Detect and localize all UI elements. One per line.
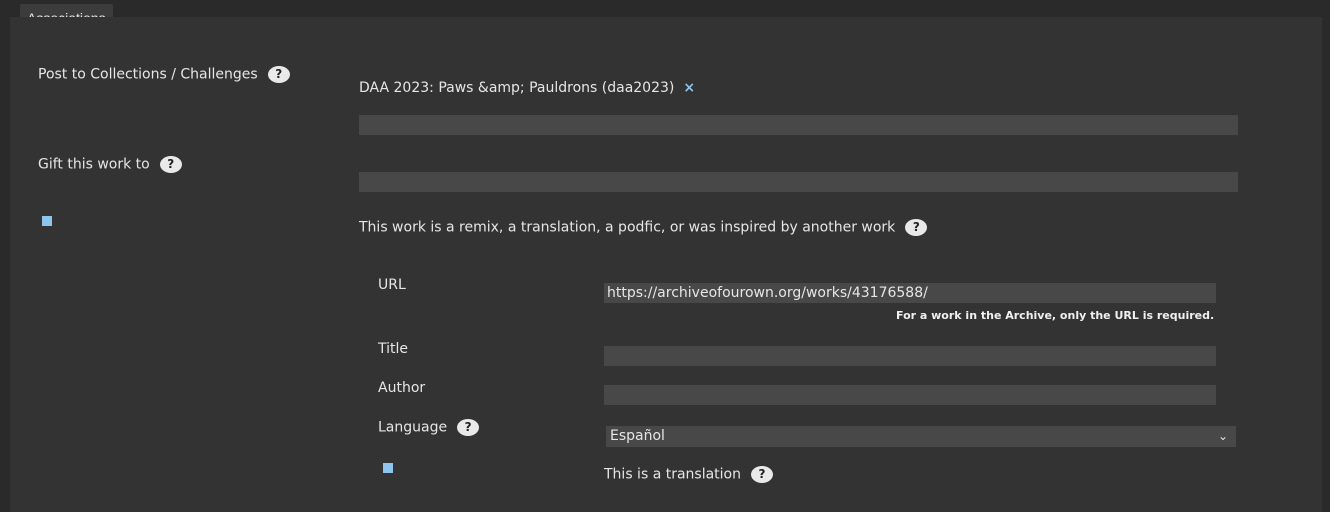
- translation-help-icon[interactable]: ?: [751, 466, 773, 483]
- collections-help-icon[interactable]: ?: [267, 66, 290, 83]
- title-label: Title: [378, 341, 409, 357]
- remove-collection-icon[interactable]: ×: [683, 80, 695, 96]
- collections-label: Post to Collections / Challenges: [38, 66, 258, 83]
- remix-label-row: This work is a remix, a translation, a p…: [359, 219, 928, 236]
- url-note: For a work in the Archive, only the URL …: [896, 309, 1215, 322]
- gift-help-icon[interactable]: ?: [159, 156, 182, 173]
- url-input[interactable]: [604, 283, 1216, 303]
- remix-checkbox[interactable]: [42, 216, 52, 226]
- collection-tag: DAA 2023: Paws &amp; Pauldrons (daa2023)…: [359, 80, 695, 96]
- author-label: Author: [378, 380, 426, 396]
- remix-help-icon[interactable]: ?: [905, 219, 928, 236]
- url-label: URL: [378, 277, 406, 293]
- language-label: Language: [378, 419, 448, 436]
- author-input[interactable]: [604, 385, 1216, 405]
- collection-tag-label: DAA 2023: Paws &amp; Pauldrons (daa2023): [359, 80, 675, 96]
- language-label-row: Language?: [378, 419, 480, 436]
- chevron-down-icon: ⌄: [1217, 429, 1228, 443]
- remix-label: This work is a remix, a translation, a p…: [359, 219, 896, 236]
- language-select[interactable]: Español ⌄: [606, 426, 1236, 447]
- collections-label-row: Post to Collections / Challenges?: [38, 66, 290, 83]
- translation-checkbox[interactable]: [383, 463, 393, 473]
- gift-input[interactable]: [359, 172, 1238, 192]
- gift-label: Gift this work to: [38, 156, 150, 173]
- title-input[interactable]: [604, 346, 1216, 366]
- language-selected-value: Español: [610, 428, 665, 444]
- translation-label: This is a translation: [604, 466, 741, 483]
- language-help-icon[interactable]: ?: [457, 419, 480, 436]
- translation-label-row: This is a translation?: [604, 466, 773, 483]
- gift-label-row: Gift this work to?: [38, 156, 182, 173]
- collections-input[interactable]: [359, 115, 1238, 135]
